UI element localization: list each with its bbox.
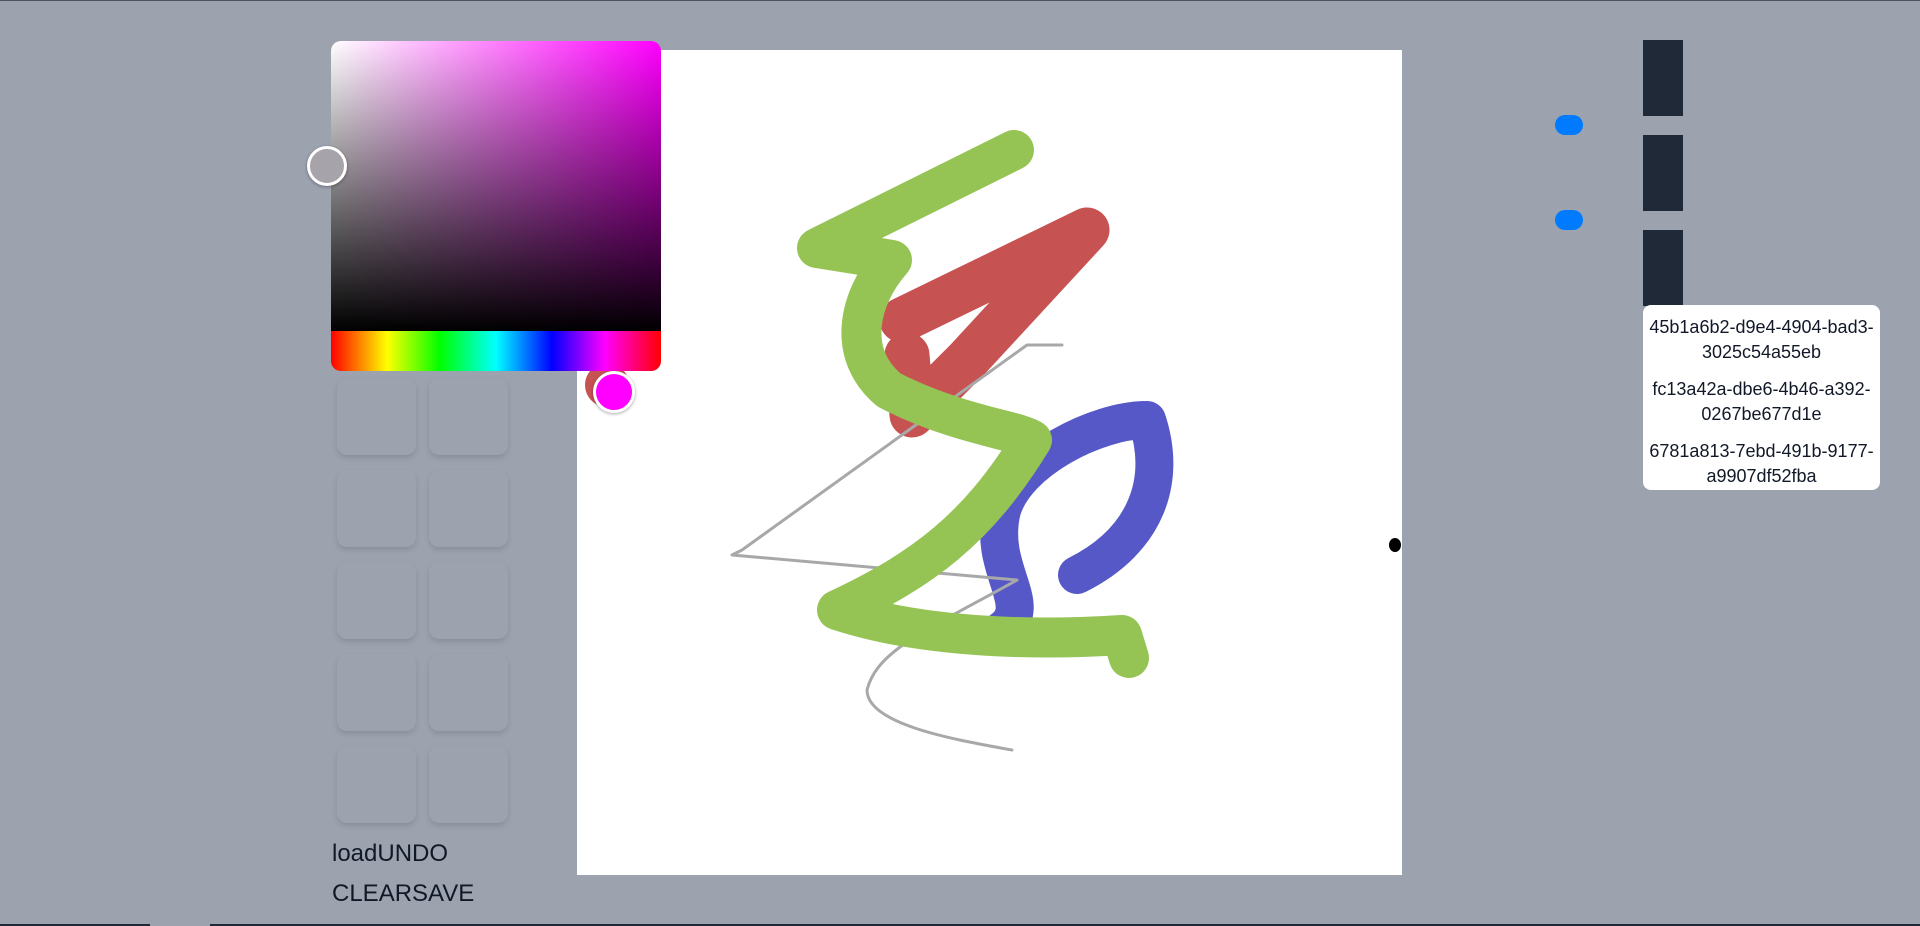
toggle-dot[interactable] bbox=[1555, 115, 1583, 135]
saved-drawing-item[interactable]: fc13a42a-dbe6-4b46-a392-0267be677d1e bbox=[1643, 377, 1880, 427]
swatch[interactable] bbox=[429, 470, 508, 547]
save-button[interactable]: SAVE bbox=[412, 880, 474, 907]
swatch[interactable] bbox=[429, 378, 508, 455]
swatch[interactable] bbox=[337, 746, 416, 823]
cursor-dot bbox=[1389, 538, 1401, 552]
hue-pointer[interactable] bbox=[593, 371, 635, 413]
saved-drawings-list: 45b1a6b2-d9e4-4904-bad3-3025c54a55eb fc1… bbox=[1643, 305, 1880, 490]
canvas-controls: loadUNDO CLEARSAVE bbox=[332, 834, 474, 914]
drawing-canvas[interactable] bbox=[577, 50, 1402, 875]
undo-button[interactable]: UNDO bbox=[377, 840, 448, 867]
brush-size-button[interactable] bbox=[1643, 230, 1683, 306]
swatch[interactable] bbox=[337, 470, 416, 547]
saturation-area[interactable] bbox=[331, 41, 661, 331]
brush-size-button[interactable] bbox=[1643, 135, 1683, 211]
saved-drawing-item[interactable]: 45b1a6b2-d9e4-4904-bad3-3025c54a55eb bbox=[1643, 315, 1880, 365]
swatch[interactable] bbox=[337, 378, 416, 455]
drawing-surface[interactable] bbox=[577, 50, 1402, 875]
swatch[interactable] bbox=[429, 654, 508, 731]
swatch[interactable] bbox=[429, 746, 508, 823]
color-picker[interactable] bbox=[307, 41, 661, 413]
clear-button[interactable]: CLEAR bbox=[332, 880, 412, 907]
saved-drawing-item[interactable]: 6781a813-7ebd-491b-9177-a9907df52fba bbox=[1643, 439, 1880, 489]
top-border bbox=[0, 0, 1920, 1]
load-button[interactable]: load bbox=[332, 840, 377, 867]
toggle-dot[interactable] bbox=[1555, 210, 1583, 230]
hue-slider[interactable] bbox=[331, 331, 661, 371]
swatch[interactable] bbox=[337, 654, 416, 731]
saturation-pointer[interactable] bbox=[307, 146, 347, 186]
swatch[interactable] bbox=[337, 562, 416, 639]
brush-size-button[interactable] bbox=[1643, 40, 1683, 116]
swatch[interactable] bbox=[429, 562, 508, 639]
